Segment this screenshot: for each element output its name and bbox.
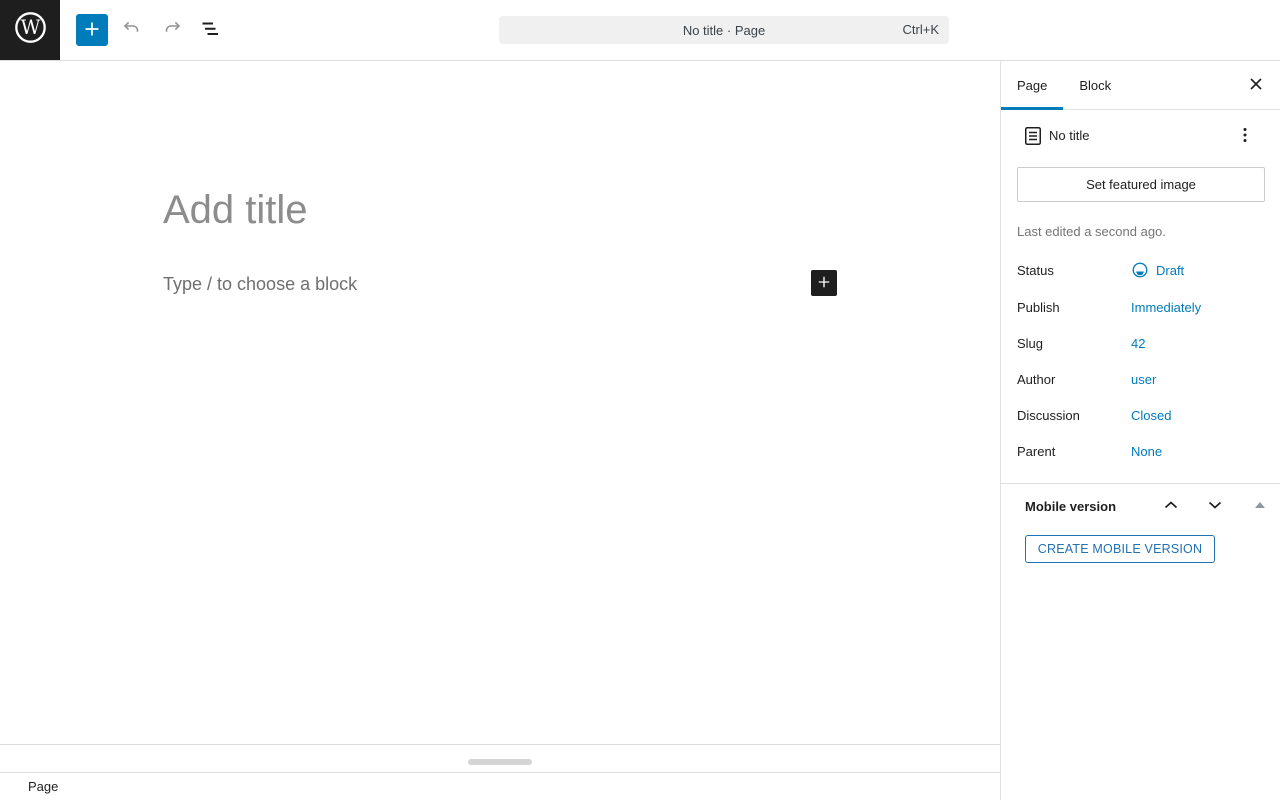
- wordpress-block-editor: W No title · Page Ctrl+K Add title Type …: [0, 0, 1280, 800]
- mobile-version-panel-title: Mobile version: [1025, 499, 1117, 514]
- wordpress-logo-icon: W: [12, 9, 49, 51]
- command-shortcut-label: Ctrl+K: [902, 22, 939, 37]
- empty-block-row[interactable]: Type / to choose a block: [163, 269, 838, 299]
- resize-drag-handle[interactable]: [468, 759, 532, 765]
- summary-row-author: Author user: [1017, 369, 1265, 389]
- row-label: Discussion: [1017, 407, 1080, 423]
- close-sidebar-button[interactable]: [1240, 69, 1272, 101]
- undo-icon: [120, 17, 144, 44]
- page-document-icon: [1021, 124, 1045, 153]
- tab-page[interactable]: Page: [1001, 61, 1063, 110]
- redo-icon: [160, 17, 184, 44]
- document-title-label: No title · Page: [682, 22, 766, 38]
- summary-row-slug: Slug 42: [1017, 333, 1265, 353]
- metabox-move-up-button[interactable]: [1159, 494, 1183, 518]
- chevron-down-icon: [1203, 493, 1227, 520]
- canvas-resize-strip: [0, 745, 1000, 772]
- row-label: Status: [1017, 262, 1054, 278]
- plus-icon: [80, 17, 104, 44]
- author-toggle[interactable]: user: [1131, 372, 1156, 387]
- page-actions-menu-button[interactable]: [1229, 124, 1261, 148]
- create-mobile-version-button[interactable]: CREATE MOBILE VERSION: [1025, 535, 1215, 563]
- panel-divider: [1001, 483, 1280, 484]
- sidebar-tabs: Page Block: [1001, 61, 1280, 110]
- row-label: Slug: [1017, 335, 1044, 351]
- list-view-icon: [200, 17, 224, 44]
- svg-text:W: W: [20, 16, 40, 39]
- kebab-menu-icon: [1233, 123, 1257, 150]
- summary-row-discussion: Discussion Closed: [1017, 405, 1265, 425]
- discussion-toggle[interactable]: Closed: [1131, 408, 1171, 423]
- set-featured-image-button[interactable]: Set featured image: [1017, 167, 1265, 202]
- status-value: Draft: [1156, 262, 1185, 278]
- metabox-toggle-triangle-icon[interactable]: [1255, 502, 1265, 508]
- status-toggle[interactable]: Draft: [1131, 261, 1184, 279]
- draft-status-icon: [1131, 261, 1149, 279]
- block-appender-plus-button[interactable]: [811, 270, 837, 296]
- summary-row-parent: Parent None: [1017, 441, 1265, 461]
- post-title-input[interactable]: Add title: [163, 189, 838, 231]
- slug-toggle[interactable]: 42: [1131, 336, 1145, 351]
- editor-footer-bar: Page: [0, 772, 1000, 800]
- settings-sidebar: Page Block No title Set featured image L…: [1000, 61, 1280, 800]
- wordpress-logo-button[interactable]: W: [0, 0, 60, 60]
- editor-canvas: Add title Type / to choose a block: [0, 61, 1000, 744]
- publish-toggle[interactable]: Immediately: [1131, 300, 1201, 315]
- document-overview-button[interactable]: [196, 14, 228, 46]
- row-label: Author: [1017, 371, 1056, 387]
- summary-row-status: Status Draft: [1017, 260, 1265, 280]
- close-icon: [1244, 72, 1268, 99]
- block-inserter-toggle-button[interactable]: [76, 14, 108, 46]
- command-bar[interactable]: No title · Page Ctrl+K: [499, 16, 949, 44]
- metabox-move-down-button[interactable]: [1203, 494, 1227, 518]
- parent-toggle[interactable]: None: [1131, 444, 1162, 459]
- editor-top-bar: W No title · Page Ctrl+K: [0, 0, 1280, 61]
- chevron-up-icon: [1159, 493, 1183, 520]
- redo-button[interactable]: [156, 14, 188, 46]
- block-appender-placeholder[interactable]: Type / to choose a block: [163, 274, 357, 295]
- row-label: Publish: [1017, 299, 1060, 315]
- last-edited-text: Last edited a second ago.: [1017, 224, 1166, 239]
- tab-block[interactable]: Block: [1063, 61, 1127, 110]
- sidebar-document-title: No title: [1049, 128, 1090, 143]
- undo-button[interactable]: [116, 14, 148, 46]
- summary-row-publish: Publish Immediately: [1017, 297, 1265, 317]
- plus-icon: [815, 273, 833, 294]
- breadcrumb[interactable]: Page: [28, 773, 58, 800]
- row-label: Parent: [1017, 443, 1056, 459]
